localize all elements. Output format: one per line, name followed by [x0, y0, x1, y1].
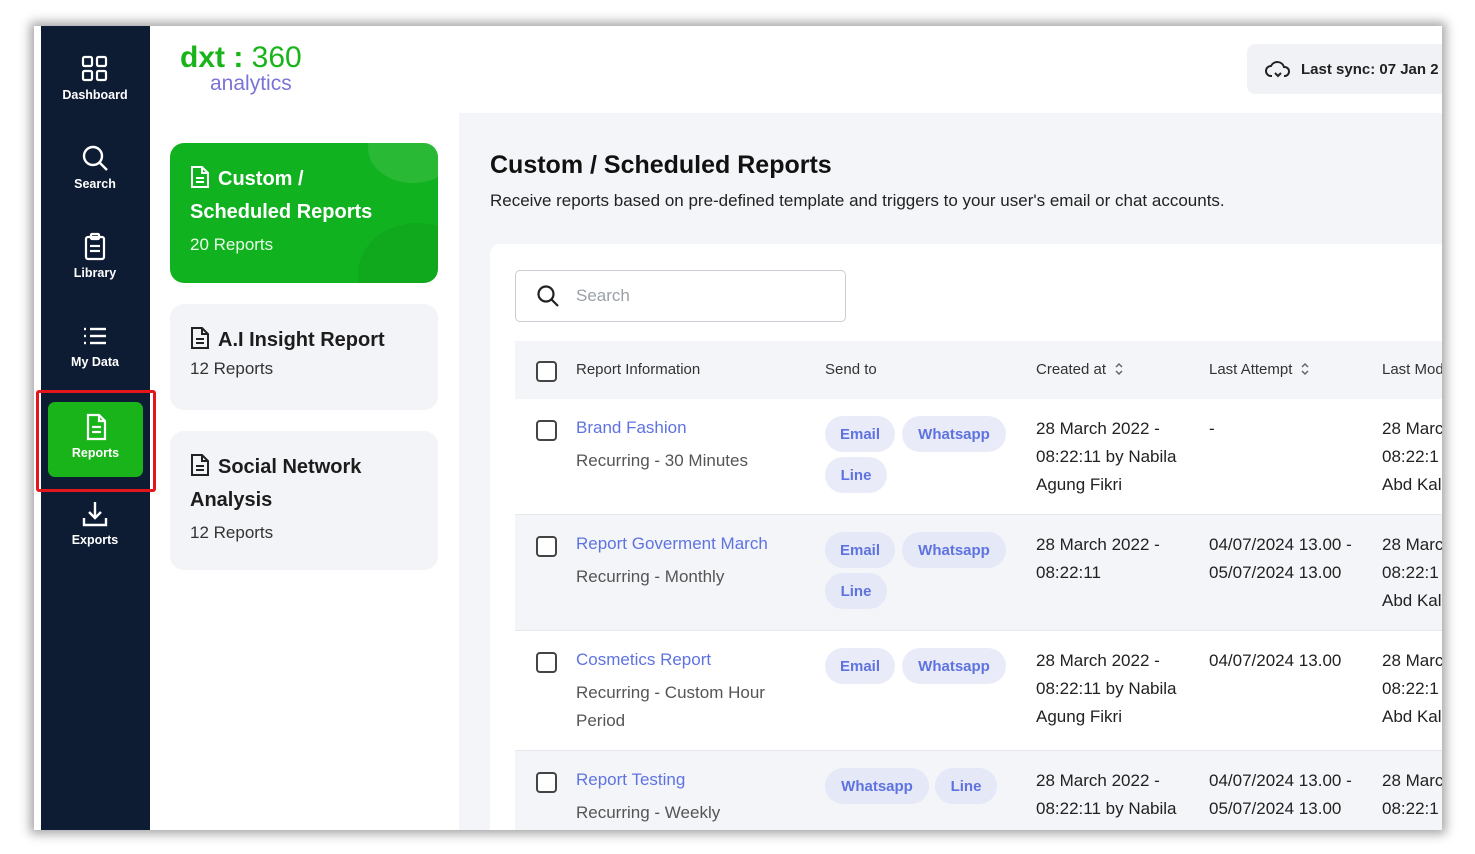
document-icon — [191, 327, 209, 349]
page-title: Custom / Scheduled Reports — [490, 151, 832, 179]
category-card-social-network[interactable]: Social Network Analysis 12 Reports — [170, 431, 438, 570]
channel-pill-whatsapp: Whatsapp — [902, 648, 1006, 684]
column-header-created-at[interactable]: Created at — [1036, 361, 1124, 378]
search-placeholder: Search — [576, 286, 630, 305]
logo-number: 360 — [251, 41, 302, 74]
channel-pill-whatsapp: Whatsapp — [902, 532, 1006, 568]
channel-pill-line: Line — [825, 457, 887, 493]
column-header-last-attempt[interactable]: Last Attempt — [1209, 361, 1310, 378]
last-sync-text: Last sync: 07 Jan 2 — [1301, 60, 1439, 78]
app-window: Dashboard Search Library My Data Reports… — [34, 26, 1442, 830]
last-modified-cell: 28 Marc 08:22:1 Abd Kal — [1382, 535, 1442, 610]
clipboard-icon — [84, 232, 106, 261]
report-frequency: Recurring - 30 Minutes — [576, 451, 748, 470]
created-at-cell: 28 March 2022 - 08:22:11 by Nabila Agung… — [1036, 419, 1177, 494]
last-sync-indicator: Last sync: 07 Jan 2 — [1247, 44, 1442, 94]
report-name-link[interactable]: Report Testing — [576, 770, 685, 790]
table-header: Report Information Send to Created at La… — [515, 341, 1442, 399]
last-modified-cell: 28 Marc 08:22:1 Abd Kal — [1382, 651, 1442, 726]
channel-pill-line: Line — [825, 573, 887, 609]
last-attempt-cell: - — [1209, 419, 1215, 438]
column-header-info: Report Information — [576, 361, 701, 378]
document-icon — [191, 454, 209, 476]
created-at-cell: 28 March 2022 - 08:22:11 by Nabila Agung… — [1036, 651, 1177, 726]
row-checkbox[interactable] — [536, 536, 557, 557]
search-icon — [82, 145, 108, 171]
download-icon — [82, 502, 108, 527]
document-icon — [191, 166, 209, 188]
category-card-ai-insight[interactable]: A.I Insight Report 12 Reports — [170, 304, 438, 410]
category-title: Custom / Scheduled Reports — [190, 168, 373, 223]
channel-pill-whatsapp: Whatsapp — [825, 768, 929, 804]
sort-icon — [1115, 362, 1123, 376]
logo-text: dxt — [180, 41, 225, 74]
nav-label: My Data — [71, 355, 119, 369]
row-checkbox[interactable] — [536, 652, 557, 673]
channel-pill-email: Email — [825, 648, 895, 684]
nav-item-exports[interactable]: Exports — [48, 499, 142, 573]
select-all-checkbox[interactable] — [536, 361, 557, 382]
column-header-label: Last Attempt — [1209, 361, 1293, 378]
last-attempt-cell: 04/07/2024 13.00 — [1209, 651, 1342, 670]
table-row[interactable]: Brand Fashion Recurring - 30 Minutes Ema… — [515, 399, 1442, 515]
category-count: 12 Reports — [190, 359, 274, 378]
sort-icon — [1301, 362, 1309, 376]
nav-label: Search — [74, 177, 116, 191]
category-title: A.I Insight Report — [218, 329, 385, 351]
nav-label: Exports — [71, 533, 119, 547]
last-attempt-cell: 04/07/2024 13.00 - 05/07/2024 13.00 — [1209, 771, 1352, 818]
table-row[interactable]: Report Testing Recurring - Weekly Whatsa… — [515, 751, 1442, 830]
last-modified-cell: 28 Marc 08:22:1 Abd Kal — [1382, 771, 1442, 830]
nav-label: Library — [73, 266, 117, 280]
row-checkbox[interactable] — [536, 772, 557, 793]
row-checkbox[interactable] — [536, 420, 557, 441]
column-header-send-to: Send to — [825, 361, 877, 378]
column-header-last-modified: Last Mod — [1382, 361, 1442, 378]
report-name-link[interactable]: Report Goverment March — [576, 534, 768, 554]
category-count: 20 Reports — [190, 235, 274, 254]
nav-item-dashboard[interactable]: Dashboard — [48, 54, 142, 128]
cloud-sync-icon — [1265, 61, 1291, 78]
nav-item-search[interactable]: Search — [48, 143, 142, 217]
category-card-custom-scheduled[interactable]: Custom / Scheduled Reports 20 Reports — [170, 143, 438, 283]
logo-subtext: analytics — [210, 72, 292, 95]
report-frequency: Recurring - Custom Hour Period — [576, 683, 765, 730]
table-row[interactable]: Report Goverment March Recurring - Month… — [515, 515, 1442, 631]
created-at-cell: 28 March 2022 - 08:22:11 by Nabila Agung… — [1036, 771, 1177, 830]
report-frequency: Recurring - Weekly — [576, 803, 721, 822]
column-header-label: Created at — [1036, 361, 1107, 378]
search-icon — [537, 285, 559, 307]
channel-pill-email: Email — [825, 416, 895, 452]
channel-pill-email: Email — [825, 532, 895, 568]
logo: dxt : 360 analytics — [180, 41, 302, 95]
last-modified-cell: 28 Marc 08:22:1 Abd Kal — [1382, 419, 1442, 494]
main-content: Custom / Scheduled Reports Receive repor… — [459, 113, 1442, 830]
report-frequency: Recurring - Monthly — [576, 567, 725, 586]
channel-pill-whatsapp: Whatsapp — [902, 416, 1006, 452]
page-subtitle: Receive reports based on pre-defined tem… — [490, 191, 1225, 210]
reports-table-card: Search Report Information Send to Create… — [490, 244, 1442, 830]
nav-label: Dashboard — [62, 88, 128, 102]
table-row[interactable]: Cosmetics Report Recurring - Custom Hour… — [515, 631, 1442, 751]
highlight-annotation-box — [36, 390, 156, 492]
list-icon — [84, 327, 106, 345]
nav-item-my-data[interactable]: My Data — [48, 321, 142, 395]
category-title: Social Network Analysis — [190, 456, 362, 511]
last-attempt-cell: 04/07/2024 13.00 - 05/07/2024 13.00 — [1209, 535, 1352, 582]
search-input[interactable]: Search — [515, 270, 846, 322]
channel-pill-line: Line — [935, 768, 997, 804]
created-at-cell: 28 March 2022 - 08:22:11 — [1036, 535, 1160, 582]
grid-icon — [81, 55, 108, 82]
category-count: 12 Reports — [190, 523, 274, 542]
report-name-link[interactable]: Cosmetics Report — [576, 650, 711, 670]
report-name-link[interactable]: Brand Fashion — [576, 418, 687, 438]
nav-item-library[interactable]: Library — [48, 232, 142, 306]
